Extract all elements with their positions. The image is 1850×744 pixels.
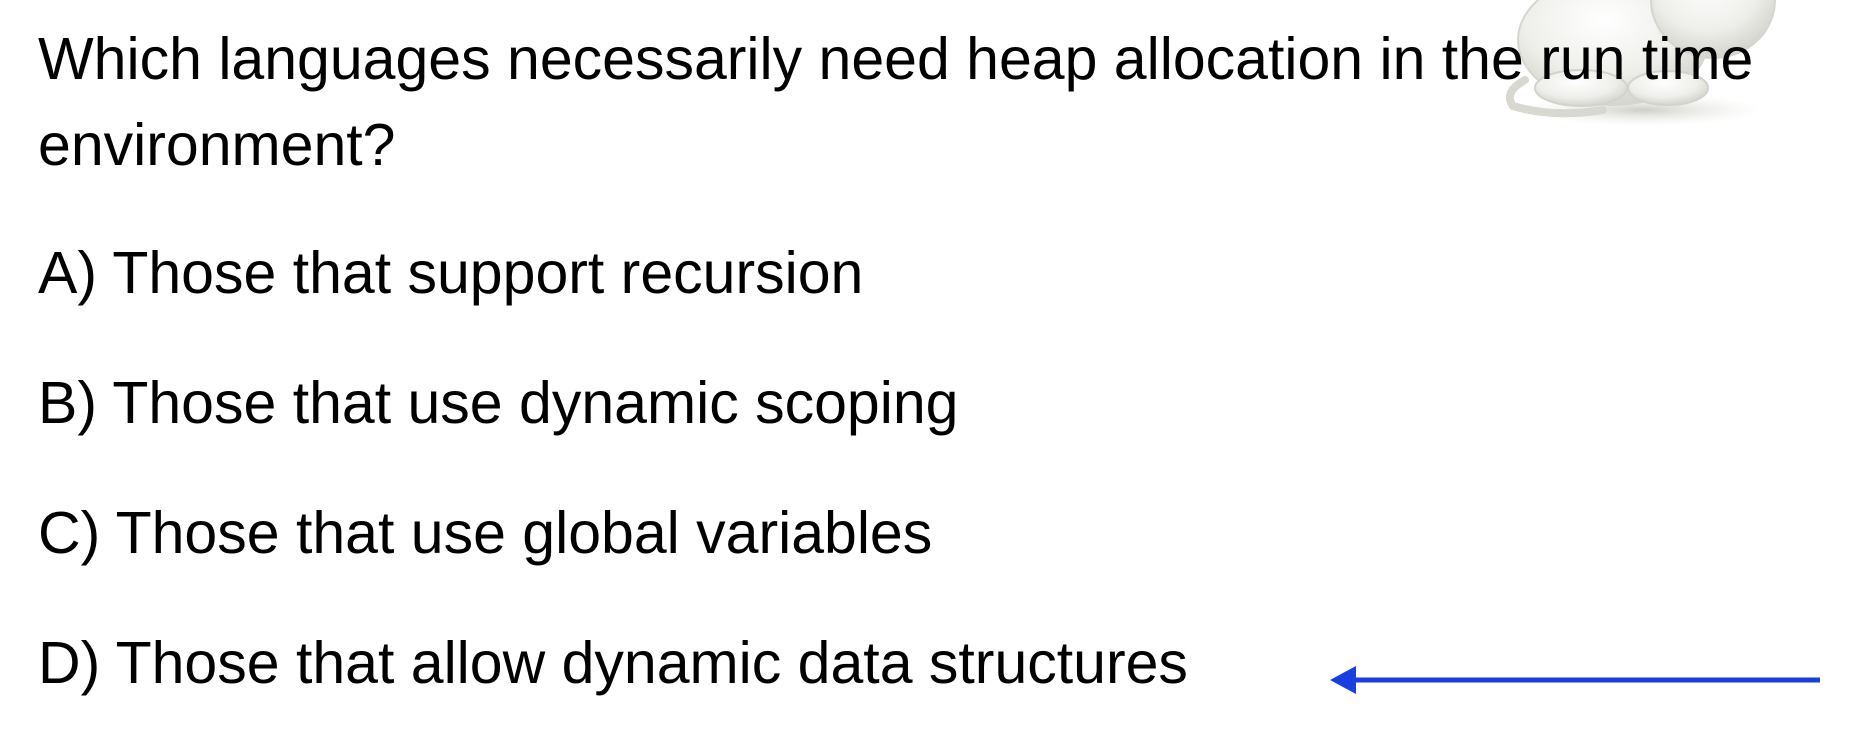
option-b[interactable]: B) Those that use dynamic scoping	[38, 368, 958, 438]
left-arrow-icon	[1330, 666, 1820, 694]
option-a[interactable]: A) Those that support recursion	[38, 238, 863, 308]
option-c[interactable]: C) Those that use global variables	[38, 498, 932, 568]
question-text: Which languages necessarily need heap al…	[38, 26, 1754, 178]
option-d[interactable]: D) Those that allow dynamic data structu…	[38, 628, 1188, 698]
